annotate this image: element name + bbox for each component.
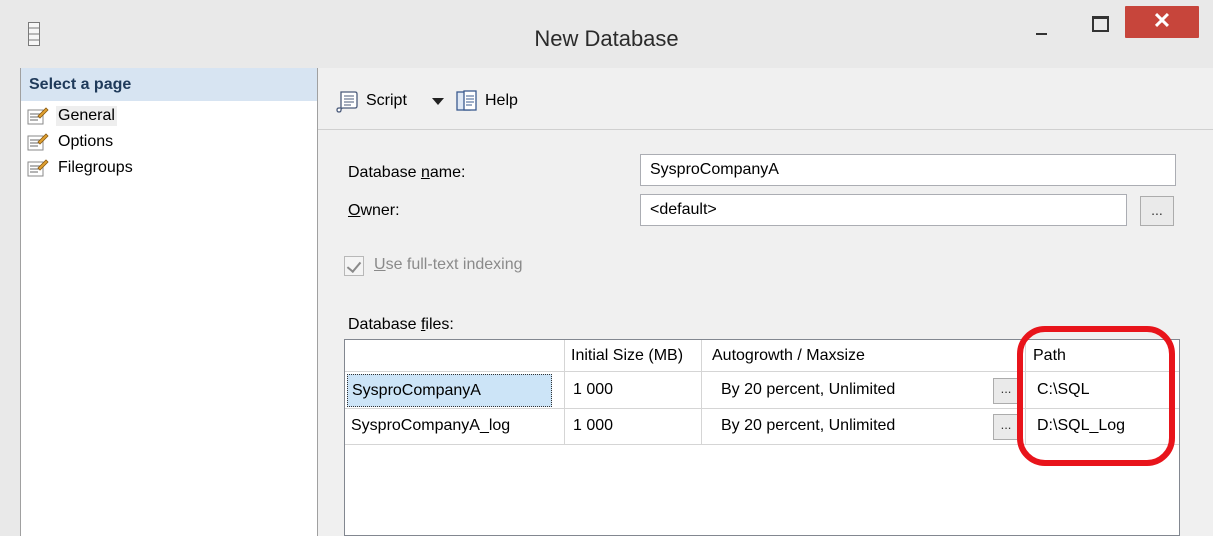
database-name-input[interactable]: SysproCompanyA xyxy=(640,154,1176,186)
close-button[interactable]: ✕ xyxy=(1125,6,1199,38)
sidebar-item-filegroups[interactable]: Filegroups xyxy=(27,156,135,180)
sidebar-item-label: General xyxy=(56,106,117,126)
page-properties-icon xyxy=(27,107,49,125)
help-icon xyxy=(456,90,477,111)
table-row-2-name[interactable]: SysproCompanyA_log xyxy=(347,408,562,444)
grid-header-initial-size[interactable]: Initial Size (MB) xyxy=(565,340,702,372)
minimize-button[interactable] xyxy=(1022,12,1062,40)
table-row-1-autogrowth: By 20 percent, Unlimited xyxy=(721,381,896,398)
sidebar-header: Select a page xyxy=(21,68,317,101)
table-row-1-autogrowth-button[interactable]: ... xyxy=(993,378,1019,404)
owner-input[interactable]: <default> xyxy=(640,194,1127,226)
table-row-2-size[interactable]: 1 000 xyxy=(569,408,699,444)
help-button[interactable]: Help xyxy=(455,88,518,114)
title-bar: New Database ✕ xyxy=(0,0,1213,68)
sidebar-item-label: Filegroups xyxy=(58,159,133,176)
page-properties-icon xyxy=(27,159,49,177)
table-row-1-size[interactable]: 1 000 xyxy=(569,372,699,408)
page-selector-sidebar: Select a page General Options Filegroups xyxy=(21,68,318,536)
script-icon xyxy=(336,91,358,113)
table-row-1-path[interactable]: C:\SQL xyxy=(1033,372,1173,408)
table-row-2-autogrowth: By 20 percent, Unlimited xyxy=(721,417,896,434)
maximize-button[interactable] xyxy=(1078,12,1118,40)
table-row-1-name[interactable]: SysproCompanyA xyxy=(347,374,552,407)
script-label: Script xyxy=(366,92,407,109)
sidebar-item-options[interactable]: Options xyxy=(27,130,115,154)
new-database-window: New Database ✕ Select a page General Opt… xyxy=(0,0,1213,536)
window-frame-left xyxy=(0,68,21,536)
fulltext-indexing-checkbox[interactable] xyxy=(344,256,364,276)
general-page-panel: Script Help Database name: SysproCompany… xyxy=(318,68,1213,536)
grid-divider xyxy=(345,444,1179,445)
script-button[interactable]: Script xyxy=(336,88,407,114)
database-files-grid: Initial Size (MB) Autogrowth / Maxsize P… xyxy=(344,339,1180,536)
owner-browse-button[interactable]: ... xyxy=(1140,196,1174,226)
table-row-2-path[interactable]: D:\SQL_Log xyxy=(1033,408,1173,444)
owner-label: Owner: xyxy=(348,202,400,219)
database-files-label: Database files: xyxy=(348,316,454,333)
grid-header-autogrowth[interactable]: Autogrowth / Maxsize xyxy=(702,340,1026,372)
table-row-2-autogrowth-button[interactable]: ... xyxy=(993,414,1019,440)
grid-header-logical-name[interactable] xyxy=(345,340,565,372)
fulltext-indexing-label: Use full-text indexing xyxy=(374,256,523,273)
database-name-label: Database name: xyxy=(348,164,466,181)
grid-header-path[interactable]: Path xyxy=(1026,340,1179,372)
help-label: Help xyxy=(485,92,518,109)
sidebar-item-general[interactable]: General xyxy=(27,104,117,128)
sidebar-item-label: Options xyxy=(58,133,114,150)
script-dropdown-arrow-icon[interactable] xyxy=(432,98,444,105)
toolbar: Script Help xyxy=(318,68,1213,130)
page-properties-icon xyxy=(27,133,49,151)
